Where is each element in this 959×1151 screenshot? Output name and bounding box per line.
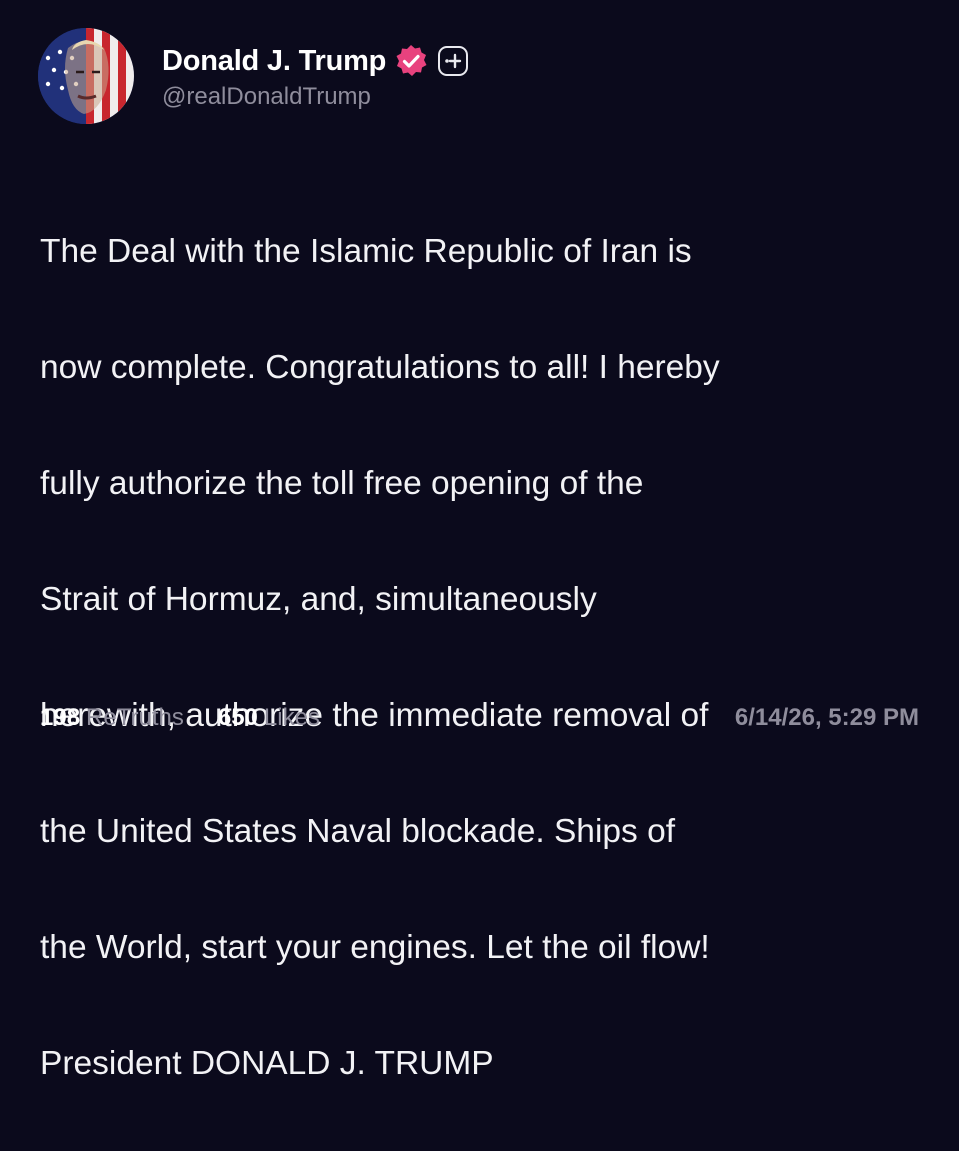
- post-line: now complete. Congratulations to all! I …: [40, 349, 720, 386]
- post-line: The Deal with the Islamic Republic of Ir…: [40, 233, 692, 270]
- follow-button[interactable]: [438, 46, 469, 76]
- truth-post: Donald J. Trump @realDonaldTrump The Dea…: [0, 0, 959, 1082]
- post-header: Donald J. Trump @realDonaldTrump: [38, 28, 469, 124]
- post-body: The Deal with the Islamic Republic of Ir…: [40, 165, 930, 1151]
- name-row: Donald J. Trump: [162, 41, 469, 81]
- plus-icon: [445, 53, 462, 69]
- author-identity: Donald J. Trump @realDonaldTrump: [162, 41, 469, 111]
- post-timestamp[interactable]: 6/14/26, 5:29 PM: [735, 704, 919, 732]
- verified-badge-icon: [394, 44, 428, 78]
- post-line: fully authorize the toll free opening of…: [40, 465, 644, 502]
- post-line: Strait of Hormuz, and, simultaneously: [40, 581, 597, 618]
- author-handle[interactable]: @realDonaldTrump: [162, 83, 468, 111]
- avatar[interactable]: [38, 28, 134, 124]
- likes-stat[interactable]: 650 Likes: [218, 704, 320, 732]
- post-line: the World, start your engines. Let the o…: [40, 929, 710, 966]
- likes-label: Likes: [263, 704, 320, 731]
- post-footer: 198 ReTruths 650 Likes 6/14/26, 5:29 PM: [40, 700, 919, 736]
- display-name[interactable]: Donald J. Trump: [162, 45, 386, 78]
- retruths-stat[interactable]: 198 ReTruths: [40, 704, 184, 732]
- retruths-label: ReTruths: [86, 704, 184, 731]
- retruths-count: 198: [40, 704, 81, 731]
- post-line: President DONALD J. TRUMP: [40, 1045, 494, 1082]
- likes-count: 650: [217, 704, 258, 731]
- post-line: the United States Naval blockade. Ships …: [40, 813, 676, 850]
